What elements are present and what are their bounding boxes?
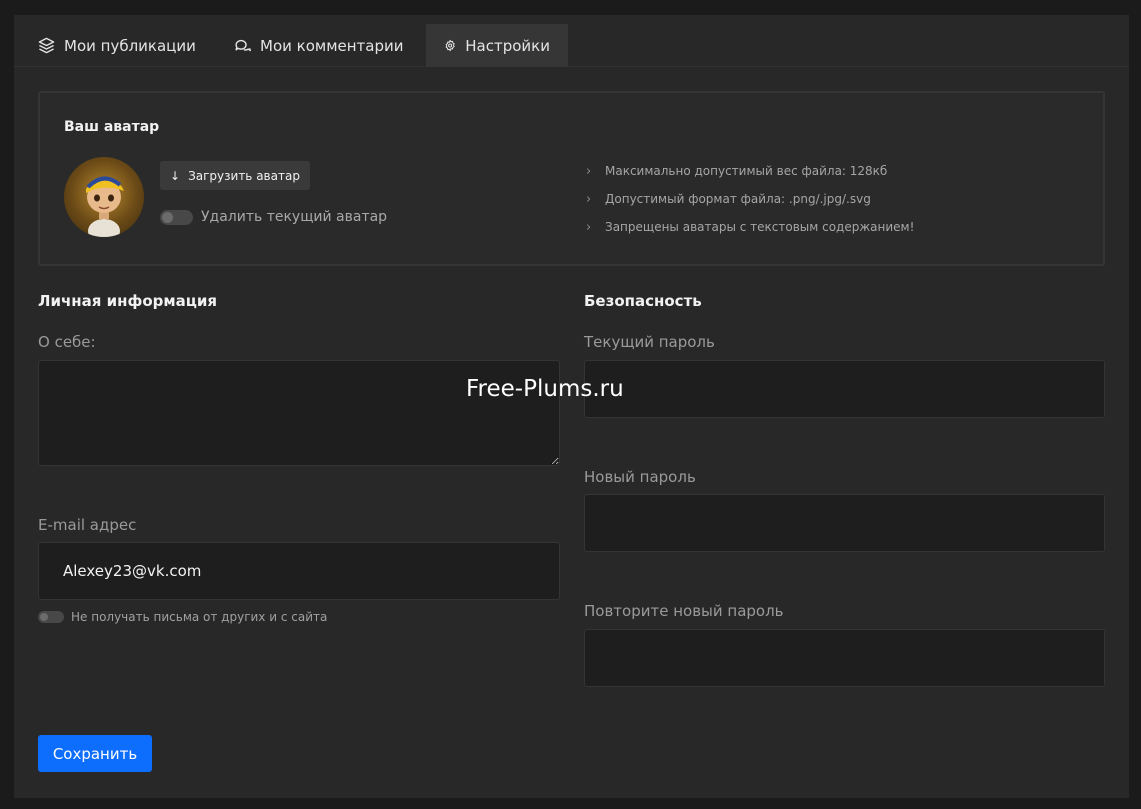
save-button[interactable]: Сохранить: [38, 735, 152, 772]
chevron-right-icon: ›: [586, 163, 592, 179]
about-label: О себе:: [38, 333, 96, 351]
no-mail-label: Не получать письма от других и с сайта: [71, 610, 328, 624]
avatar-rule-text: Допустимый формат файла: .png/.jpg/.svg: [605, 192, 871, 206]
avatar-rule: › Запрещены аватары с текстовым содержан…: [586, 213, 914, 241]
upload-avatar-button[interactable]: ↓ Загрузить аватар: [160, 161, 310, 190]
tab-settings-label: Настройки: [465, 36, 550, 55]
no-mail-toggle[interactable]: [38, 611, 64, 623]
avatar-section: Ваш аватар ↓ Загрузить аватар Удалить те…: [38, 91, 1105, 266]
watermark-text: Free-Plums.ru: [466, 376, 624, 402]
upload-avatar-label: Загрузить аватар: [188, 168, 300, 183]
avatar-rule-text: Запрещены аватары с текстовым содержание…: [605, 220, 915, 234]
tab-comments[interactable]: Мои комментарии: [216, 24, 422, 67]
tab-settings[interactable]: Настройки: [426, 24, 568, 67]
no-mail-row: Не получать письма от других и с сайта: [38, 610, 327, 624]
chevron-right-icon: ›: [586, 219, 592, 235]
current-password-label: Текущий пароль: [584, 333, 715, 351]
tab-publications[interactable]: Мои публикации: [20, 24, 214, 67]
avatar-section-title: Ваш аватар: [64, 119, 160, 135]
tab-comments-label: Мои комментарии: [260, 36, 404, 55]
arrow-down-icon: ↓: [170, 168, 181, 183]
email-label: E-mail адрес: [38, 516, 137, 534]
new-password-label: Новый пароль: [584, 468, 696, 486]
delete-avatar-toggle[interactable]: [160, 209, 193, 225]
settings-panel: Мои публикации Мои комментарии Настройки…: [14, 15, 1129, 798]
avatar-rule-text: Максимально допустимый вес файла: 128кб: [605, 164, 888, 178]
delete-avatar-label: Удалить текущий аватар: [201, 209, 388, 225]
avatar-rules-list: › Максимально допустимый вес файла: 128к…: [586, 157, 914, 241]
tab-bar: Мои публикации Мои комментарии Настройки: [14, 15, 1129, 67]
gear-icon: [445, 39, 455, 52]
chevron-right-icon: ›: [586, 191, 592, 207]
security-title: Безопасность: [584, 292, 702, 310]
avatar-rule: › Максимально допустимый вес файла: 128к…: [586, 157, 914, 185]
repeat-password-field[interactable]: [584, 629, 1105, 687]
avatar: [64, 157, 144, 237]
chat-bubbles-icon: [235, 39, 251, 52]
tab-publications-label: Мои публикации: [64, 36, 196, 55]
avatar-rule: › Допустимый формат файла: .png/.jpg/.sv…: [586, 185, 914, 213]
current-password-field[interactable]: [584, 360, 1105, 418]
delete-avatar-row: Удалить текущий аватар: [160, 209, 387, 225]
new-password-field[interactable]: [584, 494, 1105, 552]
repeat-password-label: Повторите новый пароль: [584, 602, 784, 620]
email-field[interactable]: [38, 542, 560, 600]
personal-info-title: Личная информация: [38, 292, 218, 310]
layers-icon: [38, 37, 55, 54]
